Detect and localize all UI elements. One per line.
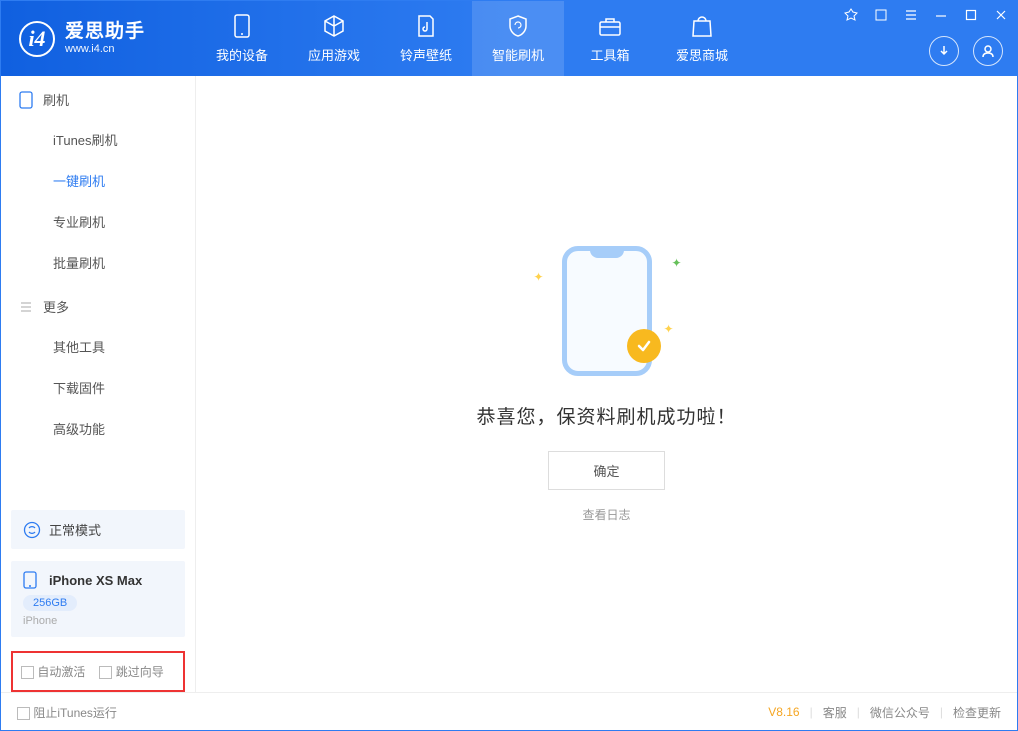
list-icon bbox=[19, 300, 33, 314]
nav-label: 智能刷机 bbox=[492, 45, 544, 64]
checkbox-label: 跳过向导 bbox=[116, 665, 164, 679]
check-update-link[interactable]: 检查更新 bbox=[953, 704, 1001, 721]
sidebar-item-download-firmware[interactable]: 下载固件 bbox=[1, 367, 195, 408]
header: i4 爱思助手 www.i4.cn 我的设备 应用游戏 铃声壁纸 智能刷机 工具… bbox=[1, 1, 1017, 76]
app-name: 爱思助手 bbox=[65, 22, 145, 43]
nav-label: 工具箱 bbox=[590, 45, 629, 64]
main-content: ✦ ✦ ✦ 恭喜您，保资料刷机成功啦！ 确定 查看日志 bbox=[196, 76, 1017, 692]
body: 刷机 iTunes刷机 一键刷机 专业刷机 批量刷机 更多 其他工具 下载固件 … bbox=[1, 76, 1017, 692]
app-url: www.i4.cn bbox=[65, 43, 145, 55]
success-message: 恭喜您，保资料刷机成功啦！ bbox=[476, 402, 736, 429]
sidebar-item-other-tools[interactable]: 其他工具 bbox=[1, 326, 195, 367]
storage-badge: 256GB bbox=[23, 595, 77, 611]
footer: 阻止iTunes运行 V8.16 | 客服 | 微信公众号 | 检查更新 bbox=[1, 692, 1017, 731]
section-label: 刷机 bbox=[43, 90, 69, 109]
checkbox-label: 自动激活 bbox=[37, 665, 85, 679]
ok-button[interactable]: 确定 bbox=[548, 451, 664, 490]
sparkle-icon: ✦ bbox=[663, 322, 673, 336]
sparkle-icon: ✦ bbox=[534, 270, 544, 284]
nav-label: 应用游戏 bbox=[308, 45, 360, 64]
window-controls bbox=[843, 7, 1009, 23]
phone-illustration bbox=[562, 246, 652, 376]
success-illustration: ✦ ✦ ✦ bbox=[562, 246, 652, 376]
checkbox-block-itunes[interactable]: 阻止iTunes运行 bbox=[17, 704, 117, 721]
logo-icon: i4 bbox=[19, 21, 55, 57]
sidebar-item-advanced[interactable]: 高级功能 bbox=[1, 408, 195, 449]
options-highlight: 自动激活 跳过向导 bbox=[11, 651, 185, 692]
maximize-button[interactable] bbox=[963, 7, 979, 23]
success-check-icon bbox=[627, 329, 661, 363]
nav-store[interactable]: 爱思商城 bbox=[656, 1, 748, 76]
sidebar-item-batch-flash[interactable]: 批量刷机 bbox=[1, 242, 195, 283]
music-file-icon bbox=[413, 13, 439, 39]
shield-refresh-icon bbox=[505, 13, 531, 39]
section-flash: 刷机 bbox=[1, 76, 195, 119]
version-label: V8.16 bbox=[768, 705, 799, 719]
device-name: iPhone XS Max bbox=[49, 573, 142, 588]
nav-toolbox[interactable]: 工具箱 bbox=[564, 1, 656, 76]
nav-label: 爱思商城 bbox=[676, 45, 728, 64]
checkbox-skip-guide[interactable]: 跳过向导 bbox=[99, 663, 163, 680]
logo: i4 爱思助手 www.i4.cn bbox=[1, 1, 196, 76]
sidebar-item-itunes-flash[interactable]: iTunes刷机 bbox=[1, 119, 195, 160]
refresh-icon bbox=[23, 521, 41, 539]
sidebar-item-pro-flash[interactable]: 专业刷机 bbox=[1, 201, 195, 242]
section-more: 更多 bbox=[1, 283, 195, 326]
sparkle-icon: ✦ bbox=[671, 256, 681, 270]
section-label: 更多 bbox=[43, 297, 69, 316]
cube-icon bbox=[321, 13, 347, 39]
phone-icon bbox=[229, 13, 255, 39]
phone-small-icon bbox=[19, 91, 33, 109]
nav: 我的设备 应用游戏 铃声壁纸 智能刷机 工具箱 爱思商城 bbox=[196, 1, 748, 76]
sidebar: 刷机 iTunes刷机 一键刷机 专业刷机 批量刷机 更多 其他工具 下载固件 … bbox=[1, 76, 196, 692]
sidebar-item-oneclick-flash[interactable]: 一键刷机 bbox=[1, 160, 195, 201]
nav-label: 我的设备 bbox=[216, 45, 268, 64]
toolbox-icon bbox=[597, 13, 623, 39]
view-log-link[interactable]: 查看日志 bbox=[582, 506, 630, 523]
mode-label: 正常模式 bbox=[49, 520, 101, 539]
download-button[interactable] bbox=[929, 36, 959, 66]
menu-icon[interactable] bbox=[903, 7, 919, 23]
wechat-link[interactable]: 微信公众号 bbox=[870, 704, 930, 721]
checkbox-auto-activate[interactable]: 自动激活 bbox=[21, 663, 85, 680]
nav-label: 铃声壁纸 bbox=[400, 45, 452, 64]
user-button[interactable] bbox=[973, 36, 1003, 66]
bag-icon bbox=[689, 13, 715, 39]
skin-icon[interactable] bbox=[873, 7, 889, 23]
nav-my-device[interactable]: 我的设备 bbox=[196, 1, 288, 76]
header-right bbox=[929, 36, 1003, 66]
mode-card[interactable]: 正常模式 bbox=[11, 510, 185, 549]
device-type: iPhone bbox=[23, 615, 173, 627]
support-link[interactable]: 客服 bbox=[823, 704, 847, 721]
minimize-button[interactable] bbox=[933, 7, 949, 23]
device-icon bbox=[23, 571, 37, 589]
feedback-icon[interactable] bbox=[843, 7, 859, 23]
nav-apps-games[interactable]: 应用游戏 bbox=[288, 1, 380, 76]
checkbox-label: 阻止iTunes运行 bbox=[33, 706, 117, 720]
close-button[interactable] bbox=[993, 7, 1009, 23]
nav-ringtone-wallpaper[interactable]: 铃声壁纸 bbox=[380, 1, 472, 76]
nav-smart-flash[interactable]: 智能刷机 bbox=[472, 1, 564, 76]
device-card[interactable]: iPhone XS Max 256GB iPhone bbox=[11, 561, 185, 637]
